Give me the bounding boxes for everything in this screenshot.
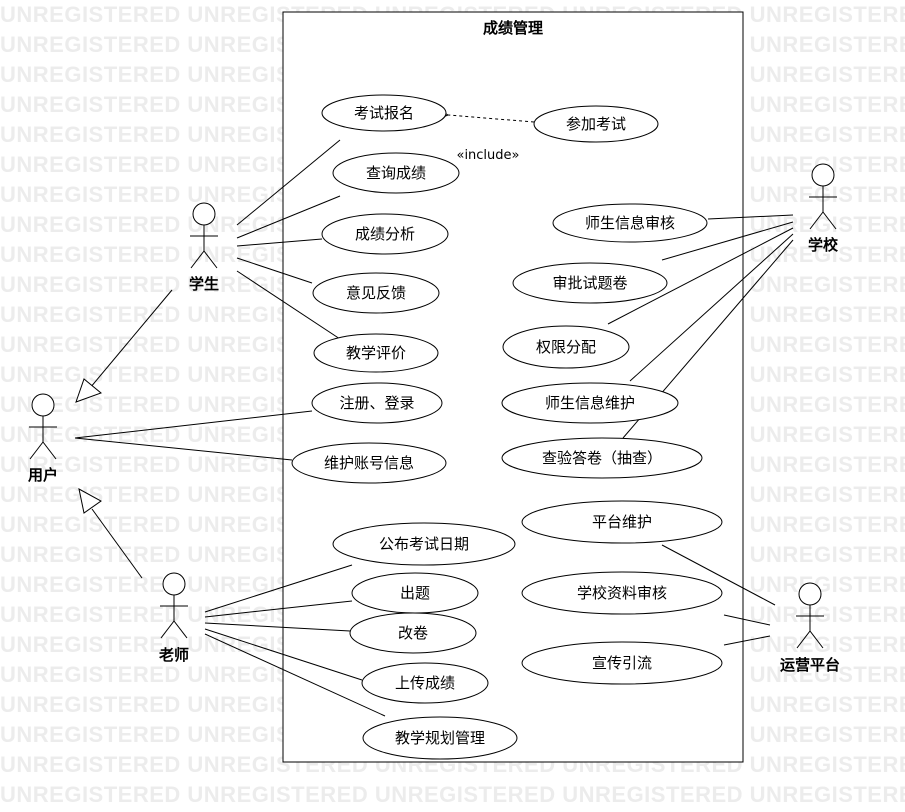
- use-case-maintain-account[interactable]: 维护账号信息: [291, 442, 447, 484]
- gen-student-user-arrowhead: [75, 378, 102, 403]
- gen-teacher-user-arrowhead: [78, 488, 102, 514]
- use-case-upload-scores[interactable]: 上传成绩: [361, 662, 489, 704]
- use-case-label: 审批试题卷: [552, 274, 627, 292]
- generalizations: [75, 289, 173, 579]
- actor-teacher-label: 老师: [158, 646, 189, 664]
- use-case-label: 改卷: [398, 624, 428, 642]
- use-case-maintain-info[interactable]: 师生信息维护: [501, 382, 679, 424]
- use-case-label: 平台维护: [592, 513, 652, 531]
- uml-use-case-diagram: UNREGISTERED UNREGISTERED UNREGISTERED U…: [0, 0, 905, 812]
- use-case-label: 考试报名: [354, 104, 414, 122]
- assoc-user-maintain-account: [74, 437, 293, 461]
- use-case-label: 宣传引流: [592, 654, 652, 672]
- use-case-exam-signup[interactable]: 考试报名: [321, 94, 447, 132]
- include-label: «include»: [456, 148, 519, 163]
- gen-student-user-line: [89, 289, 173, 389]
- actor-user[interactable]: [29, 393, 57, 460]
- use-case-teaching-plan[interactable]: 教学规划管理: [362, 716, 518, 760]
- use-case-teaching-eval[interactable]: 教学评价: [313, 333, 439, 373]
- use-case-label: 维护账号信息: [324, 454, 414, 472]
- use-case-label: 注册、登录: [339, 394, 414, 412]
- use-case-grade-papers[interactable]: 改卷: [349, 612, 477, 654]
- use-case-label: 师生信息审核: [585, 214, 675, 232]
- use-case-publish-exam-date[interactable]: 公布考试日期: [332, 522, 516, 566]
- assoc-user-register-login: [74, 410, 313, 439]
- use-case-promotion[interactable]: 宣传引流: [521, 641, 723, 685]
- use-case-label: 查询成绩: [366, 164, 426, 182]
- use-case-school-review[interactable]: 学校资料审核: [521, 571, 723, 615]
- use-case-label: 公布考试日期: [379, 535, 469, 553]
- actor-platform[interactable]: [796, 582, 824, 649]
- system-title: 成绩管理: [483, 19, 543, 37]
- use-case-score-analysis[interactable]: 成绩分析: [321, 213, 449, 255]
- use-case-label: 权限分配: [536, 338, 596, 356]
- actor-student-label: 学生: [189, 275, 219, 293]
- actor-school[interactable]: [809, 163, 837, 230]
- use-case-label: 学校资料审核: [577, 584, 667, 602]
- use-case-label: 意见反馈: [346, 284, 406, 302]
- actor-platform-label: 运营平台: [780, 656, 840, 674]
- use-case-feedback[interactable]: 意见反馈: [312, 272, 440, 314]
- use-case-check-answers[interactable]: 查验答卷（抽查）: [501, 437, 703, 479]
- use-case-platform-maint[interactable]: 平台维护: [521, 500, 723, 544]
- actor-student[interactable]: [190, 202, 218, 269]
- use-case-approve-papers[interactable]: 审批试题卷: [512, 262, 668, 304]
- use-case-label: 师生信息维护: [545, 394, 635, 412]
- use-case-label: 教学评价: [346, 344, 406, 362]
- actor-teacher[interactable]: [160, 572, 188, 639]
- use-case-permissions[interactable]: 权限分配: [502, 325, 630, 369]
- use-case-label: 参加考试: [566, 115, 626, 133]
- diagram-canvas: 成绩管理 «include» 考试报名 参加考试 查询成绩 成绩分析 意见反馈 …: [28, 11, 840, 763]
- use-case-label: 查验答卷（抽查）: [542, 449, 662, 467]
- use-case-label: 教学规划管理: [395, 729, 485, 747]
- actor-user-label: 用户: [28, 466, 58, 484]
- gen-teacher-user-line: [91, 508, 143, 579]
- use-case-label: 上传成绩: [395, 674, 455, 692]
- actor-school-label: 学校: [808, 236, 839, 254]
- use-case-query-score[interactable]: 查询成绩: [332, 152, 460, 194]
- use-case-make-questions[interactable]: 出题: [351, 572, 479, 614]
- use-case-register-login[interactable]: 注册、登录: [311, 382, 443, 424]
- use-case-label: 成绩分析: [355, 225, 415, 243]
- use-case-join-exam[interactable]: 参加考试: [533, 105, 659, 143]
- use-case-label: 出题: [400, 584, 430, 602]
- use-case-review-info[interactable]: 师生信息审核: [552, 203, 708, 243]
